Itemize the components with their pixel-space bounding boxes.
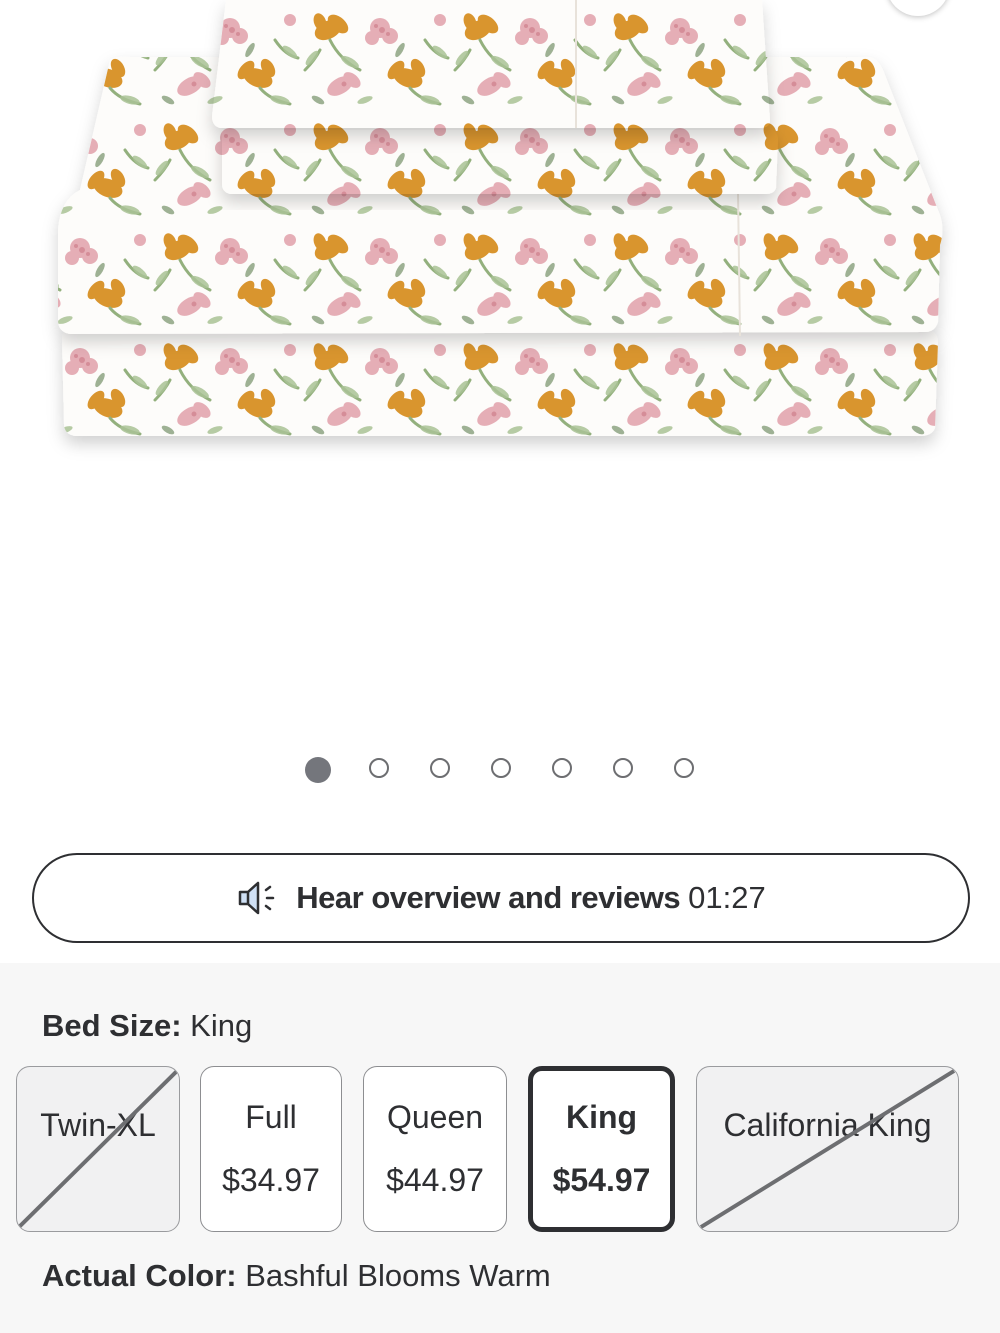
size-option-price: $54.97 bbox=[552, 1162, 651, 1198]
size-option-california-king[interactable]: California King bbox=[696, 1066, 959, 1232]
carousel-dot[interactable] bbox=[491, 758, 511, 778]
size-option-label: Twin-XL bbox=[40, 1107, 156, 1143]
bed-size-label: Bed Size: bbox=[42, 1008, 182, 1043]
bed-size-value: King bbox=[190, 1008, 253, 1043]
hear-overview-button[interactable]: Hear overview and reviews 01:27 bbox=[32, 853, 970, 943]
image-carousel-dots bbox=[0, 757, 1000, 784]
carousel-dot[interactable] bbox=[430, 758, 450, 778]
carousel-dot[interactable] bbox=[613, 758, 633, 778]
carousel-dot[interactable] bbox=[552, 758, 572, 778]
size-option-label: California King bbox=[723, 1107, 932, 1143]
size-option-label: Full bbox=[245, 1099, 297, 1135]
size-option-label: King bbox=[565, 1099, 638, 1135]
carousel-dot[interactable] bbox=[674, 758, 694, 778]
unavailable-strike-icon bbox=[699, 1069, 956, 1229]
carousel-dot[interactable] bbox=[369, 758, 389, 778]
audio-duration: 01:27 bbox=[688, 880, 766, 915]
carousel-dot[interactable] bbox=[305, 757, 331, 783]
unavailable-strike-icon bbox=[17, 1069, 179, 1229]
size-option-label: Queen bbox=[386, 1099, 484, 1135]
size-option-price: $44.97 bbox=[386, 1162, 484, 1198]
size-option-full[interactable]: Full $34.97 bbox=[200, 1066, 342, 1232]
color-label: Actual Color: bbox=[42, 1258, 237, 1293]
size-option-twin-xl[interactable]: Twin-XL bbox=[16, 1066, 180, 1232]
floral-sheet-set-illustration bbox=[58, 0, 943, 436]
bed-size-heading: Bed Size: King bbox=[42, 1008, 252, 1044]
color-heading: Actual Color: Bashful Blooms Warm bbox=[42, 1258, 551, 1294]
size-option-price: $34.97 bbox=[222, 1162, 320, 1198]
size-option-queen[interactable]: Queen $44.97 bbox=[363, 1066, 507, 1232]
hear-overview-label: Hear overview and reviews bbox=[296, 880, 681, 915]
speaker-icon bbox=[239, 881, 275, 915]
size-option-king[interactable]: King $54.97 bbox=[528, 1066, 675, 1232]
product-image[interactable] bbox=[0, 0, 1000, 740]
color-value: Bashful Blooms Warm bbox=[245, 1258, 551, 1293]
